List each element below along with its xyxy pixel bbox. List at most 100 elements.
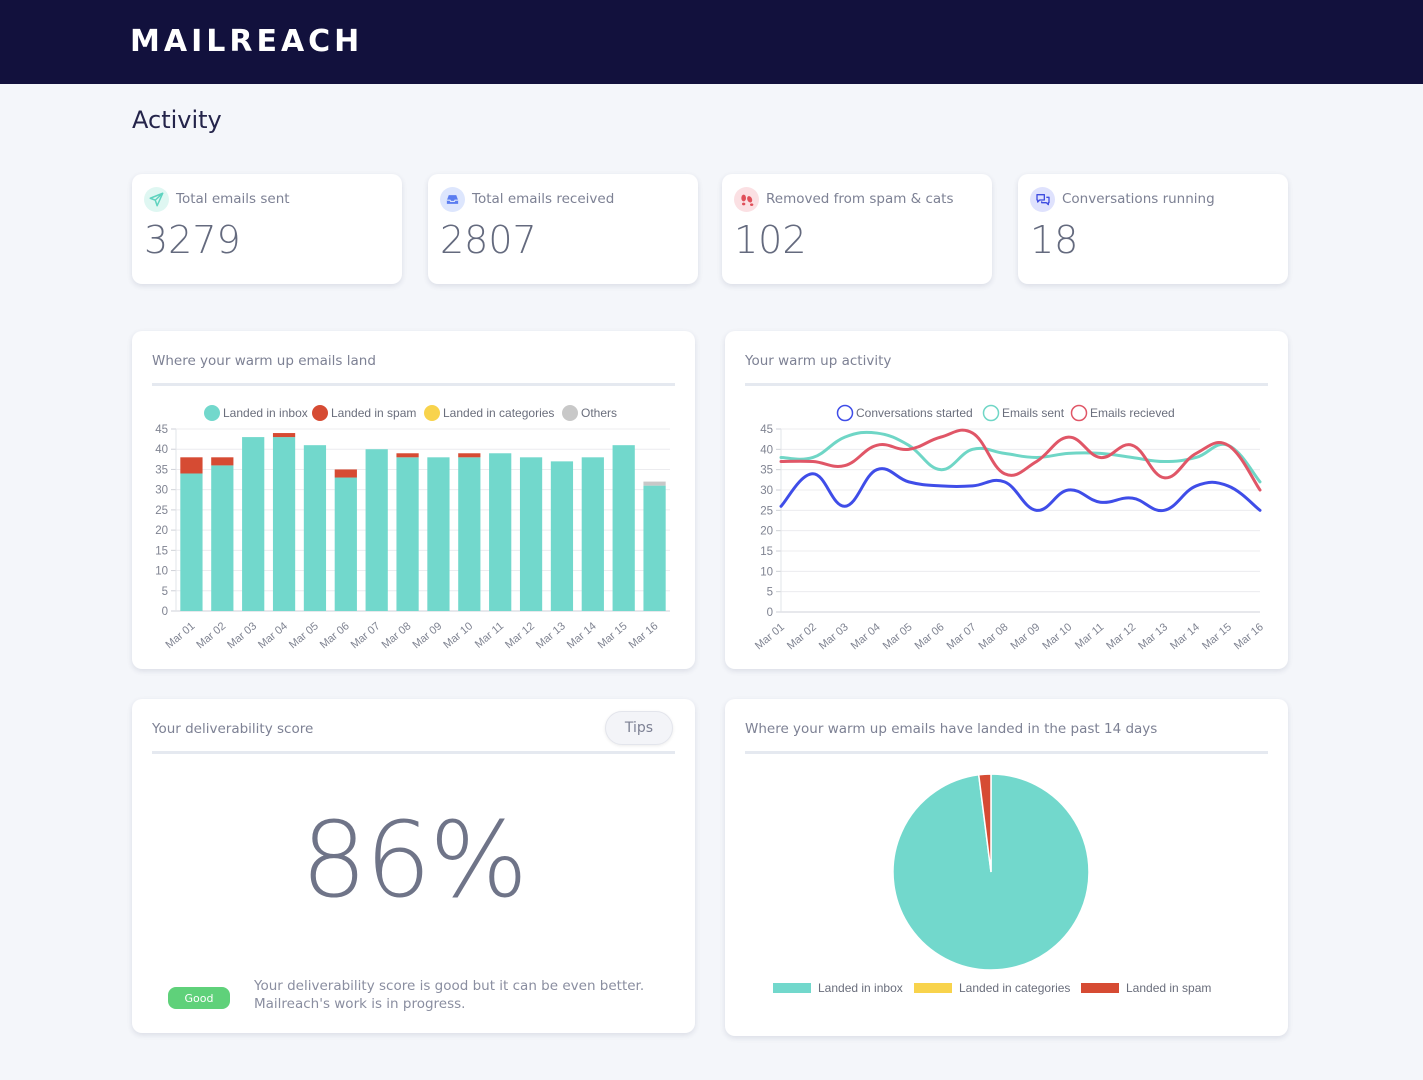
bar-inbox — [211, 465, 234, 611]
x-tick-label: Mar 14 — [1168, 621, 1202, 652]
bar-inbox — [519, 457, 543, 611]
bar-spam — [272, 433, 296, 438]
legend-swatch — [914, 983, 952, 993]
y-tick-label: 30 — [760, 485, 773, 497]
stat-value: 18 — [1030, 218, 1079, 262]
panel-title: Your deliverability score — [152, 721, 314, 737]
legend-label: Landed in inbox — [223, 406, 308, 420]
x-tick-label: Mar 09 — [1008, 621, 1042, 652]
y-tick-label: 5 — [767, 587, 773, 599]
stat-label: Total emails received — [472, 191, 615, 207]
chat-bubbles-icon — [1030, 187, 1055, 212]
stat-card-emails-received: Total emails received 2807 — [428, 174, 698, 284]
y-tick-label: 30 — [155, 485, 168, 497]
legend-label: Others — [581, 406, 617, 420]
bar-inbox — [643, 485, 666, 611]
bar-inbox — [303, 445, 327, 611]
legend-swatch — [204, 405, 220, 421]
legend-label: Landed in categories — [959, 981, 1070, 995]
bar-others — [643, 481, 666, 486]
panel-divider — [152, 751, 675, 754]
bar-inbox — [489, 453, 512, 611]
bar-inbox — [365, 449, 388, 611]
status-badge: Good — [168, 987, 230, 1009]
x-tick-label: Mar 16 — [1232, 621, 1266, 652]
x-tick-label: Mar 15 — [596, 620, 630, 651]
y-tick-label: 35 — [760, 465, 773, 477]
x-tick-label: Mar 04 — [849, 621, 883, 652]
x-tick-label: Mar 07 — [945, 621, 979, 652]
x-tick-label: Mar 03 — [225, 620, 259, 651]
y-tick-label: 35 — [155, 464, 168, 476]
legend-label: Landed in spam — [1126, 981, 1211, 995]
y-tick-label: 15 — [760, 546, 773, 558]
y-tick-label: 45 — [155, 424, 168, 436]
y-tick-label: 40 — [760, 444, 773, 456]
bar-inbox — [396, 457, 419, 611]
y-tick-label: 10 — [760, 566, 773, 578]
panel-deliverability-score: Your deliverability score Tips 86% Good … — [132, 699, 695, 1033]
score-description: Your deliverability score is good but it… — [254, 978, 645, 1012]
x-tick-label: Mar 05 — [881, 621, 915, 652]
legend-label: Emails sent — [1002, 406, 1065, 420]
bar-spam — [334, 469, 357, 478]
legend-swatch — [562, 405, 578, 421]
legend-swatch — [424, 405, 440, 421]
y-tick-label: 25 — [760, 505, 773, 517]
stat-label: Total emails sent — [176, 191, 290, 207]
x-tick-label: Mar 05 — [287, 620, 321, 651]
x-tick-label: Mar 16 — [627, 620, 661, 651]
stat-value: 2807 — [440, 218, 537, 262]
mailreach-logo[interactable]: MAILREACH — [130, 24, 363, 59]
x-tick-label: Mar 11 — [1073, 621, 1106, 652]
y-tick-label: 0 — [767, 607, 773, 619]
y-tick-label: 20 — [155, 525, 168, 537]
bar-spam — [458, 453, 481, 458]
bar-inbox — [242, 437, 265, 611]
bar-inbox — [180, 473, 203, 611]
deliverability-score-value: 86% — [300, 799, 528, 921]
x-tick-label: Mar 01 — [163, 620, 197, 651]
legend-label: Landed in categories — [443, 406, 554, 420]
line-chart[interactable]: 051015202530354045Mar 01Mar 02Mar 03Mar … — [725, 331, 1288, 669]
bar-chart[interactable]: 051015202530354045Mar 01Mar 02Mar 03Mar … — [132, 331, 695, 669]
footprints-icon — [734, 187, 759, 212]
x-tick-label: Mar 06 — [913, 621, 947, 652]
x-tick-label: Mar 10 — [441, 620, 475, 651]
tips-button[interactable]: Tips — [605, 711, 673, 745]
x-tick-label: Mar 13 — [534, 620, 568, 651]
y-tick-label: 20 — [760, 526, 773, 538]
legend-label: Landed in spam — [331, 406, 416, 420]
x-tick-label: Mar 03 — [817, 621, 851, 652]
x-tick-label: Mar 09 — [410, 620, 444, 651]
line-sent — [779, 430, 1262, 484]
x-tick-label: Mar 13 — [1136, 621, 1170, 652]
legend-swatch — [773, 983, 811, 993]
y-tick-label: 0 — [162, 606, 168, 618]
y-tick-label: 40 — [155, 444, 168, 456]
x-tick-label: Mar 08 — [977, 621, 1011, 652]
x-tick-label: Mar 06 — [318, 620, 352, 651]
inbox-icon — [440, 187, 465, 212]
x-tick-label: Mar 15 — [1200, 621, 1234, 652]
legend-swatch — [982, 404, 1000, 422]
panel-emails-land: Where your warm up emails land 0 5 10 15 20 2… — [132, 331, 695, 669]
bar-inbox — [612, 445, 635, 611]
x-tick-label: Mar 11 — [473, 620, 506, 651]
x-tick-label: Mar 02 — [194, 620, 228, 651]
bar-spam — [211, 457, 234, 466]
x-tick-label: Mar 01 — [753, 621, 787, 652]
legend-swatch — [312, 405, 328, 421]
x-tick-label: Mar 07 — [349, 620, 383, 651]
bar-inbox — [581, 457, 604, 611]
paper-plane-icon — [144, 187, 169, 212]
bar-inbox — [334, 477, 357, 611]
y-tick-label: 5 — [162, 586, 168, 598]
y-tick-label: 15 — [155, 545, 168, 557]
bar-inbox — [550, 461, 574, 611]
x-tick-label: Mar 08 — [380, 620, 414, 651]
bar-inbox — [427, 457, 450, 611]
pie-chart[interactable]: Landed in inbox Landed in categories Lande… — [725, 699, 1288, 1036]
x-tick-label: Mar 12 — [503, 620, 537, 651]
legend-label: Emails recieved — [1090, 406, 1175, 420]
